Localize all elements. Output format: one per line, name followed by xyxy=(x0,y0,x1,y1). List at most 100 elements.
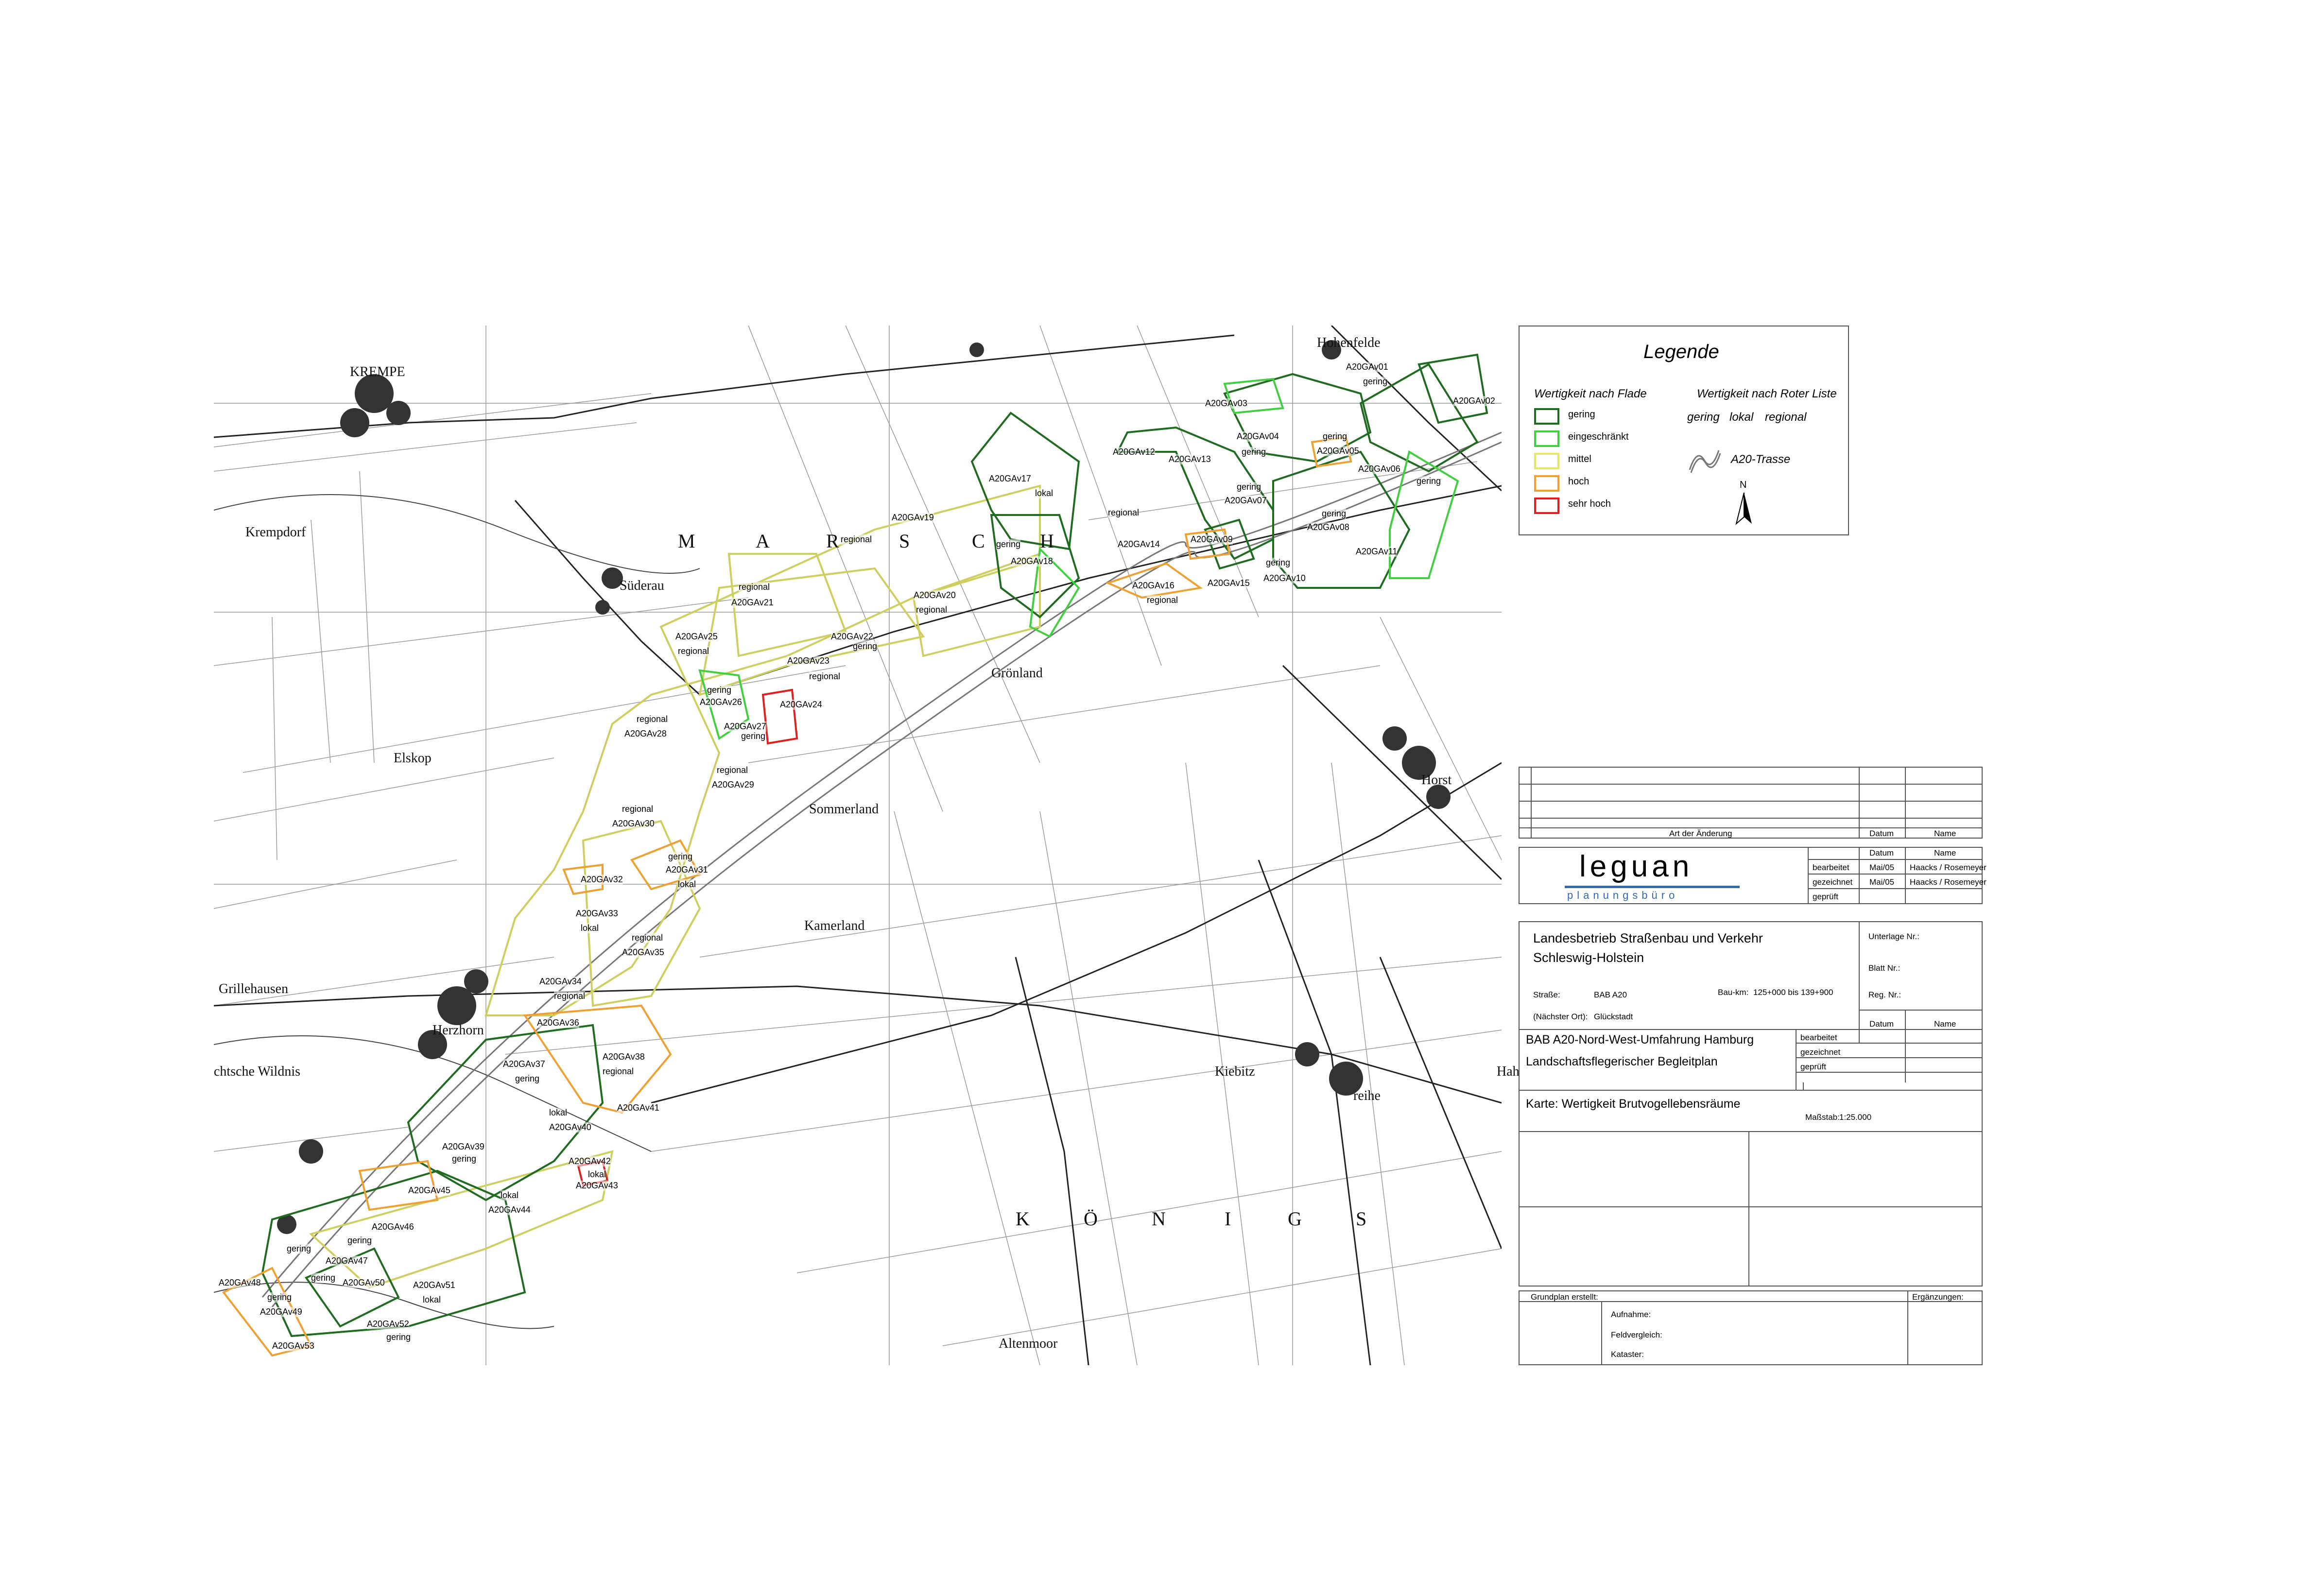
area-label: A20GAv12 xyxy=(1113,447,1155,457)
legend-item-label: gering xyxy=(1568,409,1595,420)
place-name: Horst xyxy=(1421,772,1452,788)
change-row-divider xyxy=(1519,818,1983,819)
place-name: Herzhorn xyxy=(432,1023,484,1038)
area-label: gering xyxy=(1242,447,1266,457)
office-header-name: Name xyxy=(1934,848,1956,858)
change-header-datum: Datum xyxy=(1869,829,1894,838)
area-label: A20GAv23 xyxy=(787,656,829,666)
habitat-areas xyxy=(222,353,1488,1357)
area-label: gering xyxy=(1322,509,1347,519)
client-row-divider xyxy=(1859,1010,1983,1011)
area-label: gering xyxy=(386,1332,411,1342)
area-label: A20GAv51 xyxy=(413,1280,455,1290)
place-name: Kiebitz xyxy=(1215,1064,1255,1079)
legend-swatch-eingeschränkt xyxy=(1534,430,1559,447)
area-label: A20GAv11 xyxy=(1356,547,1398,557)
area-label: regional xyxy=(717,765,748,775)
grundplan-label: Grundplan erstellt: xyxy=(1531,1292,1598,1302)
place-name: Altenmoor xyxy=(999,1336,1058,1351)
north-label: N xyxy=(1740,480,1747,490)
area-label: gering xyxy=(1323,431,1348,442)
region-letter: H xyxy=(1040,530,1055,552)
stamp-area xyxy=(1519,1131,1983,1287)
legend-item-label: sehr hoch xyxy=(1568,498,1611,509)
area-label: A20GAv13 xyxy=(1169,454,1211,464)
legend-swatch-mittel xyxy=(1534,453,1559,469)
client-row-divider xyxy=(1796,1043,1983,1044)
area-label: A20GAv27 xyxy=(724,721,766,732)
project-geprueft-label: geprüft xyxy=(1800,1062,1826,1071)
stamp-row-divider xyxy=(1519,1206,1983,1207)
area-label: A20GAv02 xyxy=(1453,396,1495,406)
area-label: gering xyxy=(311,1273,336,1283)
area-label: A20GAv53 xyxy=(272,1341,314,1351)
place-name: Kamerland xyxy=(804,918,865,933)
area-label: A20GAv49 xyxy=(260,1307,302,1317)
area-label: lokal xyxy=(581,923,599,933)
client-col-divider xyxy=(1796,1029,1797,1090)
office-bearbeitet-person: Haacks / Rosemeyer xyxy=(1910,863,1987,872)
office-gezeichnet-person: Haacks / Rosemeyer xyxy=(1910,877,1987,887)
area-label: regional xyxy=(916,605,948,615)
legend-column-roter-liste-title: Wertigkeit nach Roter Liste xyxy=(1697,387,1837,400)
office-row-divider xyxy=(1808,874,1983,875)
reg-label: Reg. Nr.: xyxy=(1868,990,1901,999)
office-row-divider xyxy=(1808,888,1983,889)
area-mittel xyxy=(484,484,1041,1016)
area-label: A20GAv20 xyxy=(914,590,956,601)
north-arrow-icon xyxy=(1735,492,1752,525)
legend-column-flade-title: Wertigkeit nach Flade xyxy=(1534,387,1647,400)
area-label: gering xyxy=(853,641,878,652)
office-col-divider xyxy=(1859,847,1860,904)
change-row-divider xyxy=(1519,827,1983,828)
area-label: gering xyxy=(1417,476,1441,486)
area-label: regional xyxy=(809,671,841,682)
legend-box: Legende Wertigkeit nach Flade Wertigkeit… xyxy=(1519,326,1849,535)
unterlage-label: Unterlage Nr.: xyxy=(1868,932,1919,941)
map-drawing xyxy=(214,326,1502,1365)
area-mittel xyxy=(309,1150,614,1289)
title-block: Art der Änderung Datum Name leguan planu… xyxy=(1519,767,1987,1365)
area-label: gering xyxy=(267,1292,292,1303)
place-name: Süderau xyxy=(620,578,664,593)
project-line1: BAB A20-Nord-West-Umfahrung Hamburg xyxy=(1526,1033,1754,1047)
topographic-map[interactable]: KREMPE Krempdorf Süderau Elskop Sommerland He… xyxy=(214,326,1539,1365)
region-letter: S xyxy=(899,530,911,552)
office-col-divider xyxy=(1905,847,1906,904)
area-label: regional xyxy=(637,714,668,724)
ort-label: (Nächster Ort): xyxy=(1533,1012,1588,1021)
area-label: A20GAv15 xyxy=(1208,578,1250,588)
legend-title: Legende xyxy=(1643,341,1719,362)
place-name: Sommerland xyxy=(809,802,879,817)
area-label: A20GAv17 xyxy=(989,474,1031,484)
area-label: A20GAv10 xyxy=(1263,573,1306,583)
region-letter: N xyxy=(1152,1208,1167,1230)
region-letter: K xyxy=(1016,1208,1031,1230)
area-label: A20GAv34 xyxy=(539,977,582,987)
map-rivers xyxy=(214,494,700,1329)
change-col-divider xyxy=(1905,767,1906,839)
grundplan-col-divider xyxy=(1601,1301,1602,1365)
area-label: A20GAv01 xyxy=(1346,362,1388,372)
client-header-datum: Datum xyxy=(1869,1019,1894,1029)
region-letter: S xyxy=(1356,1208,1368,1230)
area-label: regional xyxy=(632,933,663,943)
area-label: A20GAv19 xyxy=(892,513,934,523)
area-label: regional xyxy=(622,804,654,814)
change-header-art: Art der Änderung xyxy=(1669,829,1732,838)
area-label: A20GAv44 xyxy=(488,1205,531,1215)
area-label: regional xyxy=(1108,508,1140,518)
area-label: gering xyxy=(1266,558,1291,568)
karte-title: Karte: Wertigkeit Brutvogellebensräume xyxy=(1526,1097,1741,1111)
legend-roter-liste-gering: gering xyxy=(1687,411,1720,424)
area-label: regional xyxy=(603,1066,634,1077)
area-label: A20GAv04 xyxy=(1237,431,1279,442)
area-label: A20GAv09 xyxy=(1191,534,1233,545)
region-letter: I xyxy=(1225,1208,1232,1230)
office-gezeichnet-date: Mai/05 xyxy=(1869,877,1895,887)
office-bearbeitet-date: Mai/05 xyxy=(1869,863,1895,872)
area-label: gering xyxy=(996,539,1021,549)
area-label: A20GAv14 xyxy=(1118,539,1160,549)
area-label: gering xyxy=(347,1236,372,1246)
client-name-line1: Landesbetrieb Straßenbau und Verkehr xyxy=(1533,931,1763,945)
